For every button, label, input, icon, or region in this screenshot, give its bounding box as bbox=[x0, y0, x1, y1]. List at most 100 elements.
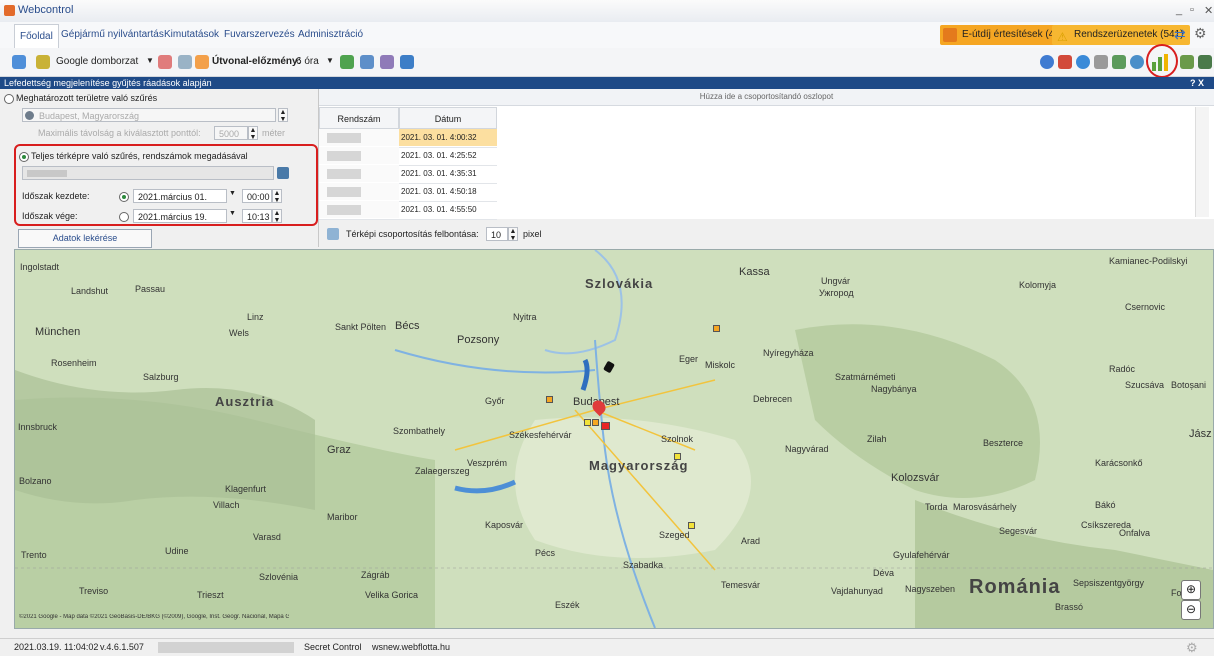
city-label: Nyitra bbox=[513, 312, 537, 322]
zoom-out-button[interactable]: ⊖ bbox=[1181, 600, 1201, 620]
pin-icon[interactable] bbox=[400, 55, 414, 69]
date-cell: 2021. 03. 01. 4:35:31 bbox=[401, 169, 477, 178]
city-label: Sankt Pölten bbox=[335, 322, 387, 332]
date-cell: 2021. 03. 01. 4:55:50 bbox=[401, 205, 477, 214]
refresh-icon[interactable]: ⇄ bbox=[1174, 26, 1186, 43]
coverage-marker[interactable] bbox=[546, 396, 553, 403]
table-row[interactable]: 2021. 03. 01. 4:35:31 bbox=[319, 165, 497, 184]
users-icon[interactable] bbox=[380, 55, 394, 69]
triangle-icon[interactable] bbox=[158, 55, 172, 69]
menu-item-home[interactable]: Főoldal bbox=[14, 24, 59, 49]
table-row[interactable]: 2021. 03. 01. 4:00:32 bbox=[319, 129, 497, 148]
status-version: v.4.6.1.507 bbox=[100, 642, 144, 652]
info-icon[interactable] bbox=[1040, 55, 1054, 69]
export-icon[interactable] bbox=[1198, 55, 1212, 69]
map-type-dropdown-icon[interactable]: ▼ bbox=[146, 56, 154, 65]
city-label: Kolomyja bbox=[1019, 280, 1057, 290]
city-label: Ужгород bbox=[819, 288, 854, 298]
route-icon[interactable] bbox=[195, 55, 209, 69]
panel-help-close[interactable]: ? X bbox=[1190, 77, 1204, 89]
close-icon[interactable]: ✕ bbox=[1204, 4, 1213, 17]
city-label: Bécs bbox=[395, 320, 420, 332]
etoll-notification-button[interactable]: E-útdíj értesítések (4) bbox=[940, 25, 1064, 45]
city-label: Kaposvár bbox=[485, 520, 524, 530]
max-distance-input[interactable]: 5000 bbox=[214, 126, 248, 140]
max-distance-spinner[interactable]: ▲ ▼ bbox=[248, 126, 258, 141]
menu-item-admin[interactable]: Adminisztráció bbox=[298, 29, 363, 40]
city-label: Kamianec-Podilskyi bbox=[1109, 256, 1188, 266]
vehicle-icon[interactable] bbox=[340, 55, 354, 69]
date-cell: 2021. 03. 01. 4:25:52 bbox=[401, 151, 477, 160]
grid-icon[interactable] bbox=[1112, 55, 1126, 69]
city-label: Gyulafehérvár bbox=[893, 550, 950, 560]
cluster-icon bbox=[327, 228, 339, 240]
route-history-label: Útvonal-előzmény: bbox=[212, 56, 301, 67]
menu-item-freight[interactable]: Fuvarszervezés bbox=[224, 29, 295, 40]
status-bar: 2021.03.19. 11:04:02 v.4.6.1.507 Secret … bbox=[0, 638, 1214, 656]
city-label: Udine bbox=[165, 546, 189, 556]
coverage-marker[interactable] bbox=[713, 325, 720, 332]
route-history-select[interactable]: 6 óra bbox=[296, 56, 319, 67]
area-location-field[interactable]: Budapest, Magyarország bbox=[22, 108, 276, 122]
coverage-marker[interactable] bbox=[601, 422, 610, 430]
minimize-icon[interactable]: _ bbox=[1176, 4, 1182, 16]
city-label: Linz bbox=[247, 312, 264, 322]
column-header-date[interactable]: Dátum bbox=[399, 107, 497, 129]
table-row[interactable]: 2021. 03. 01. 4:25:52 bbox=[319, 147, 497, 166]
get-data-button[interactable]: Adatok lekérése bbox=[18, 229, 152, 248]
area-location-value: Budapest, Magyarország bbox=[39, 111, 140, 121]
date-cell: 2021. 03. 01. 4:00:32 bbox=[399, 129, 497, 146]
settings-gear-icon[interactable]: ⚙ bbox=[1194, 25, 1207, 42]
city-label: Bolzano bbox=[19, 476, 52, 486]
coverage-marker[interactable] bbox=[674, 453, 681, 460]
eraser-icon[interactable] bbox=[36, 55, 50, 69]
city-label: Nagybánya bbox=[871, 384, 917, 394]
city-label: Wels bbox=[229, 328, 249, 338]
menu-item-vehicles[interactable]: Gépjármű nyilvántartás bbox=[61, 29, 164, 40]
maximize-icon[interactable]: ▫ bbox=[1190, 4, 1194, 16]
status-datetime: 2021.03.19. 11:04:02 bbox=[14, 642, 99, 652]
grid-scrollbar[interactable] bbox=[1195, 107, 1209, 217]
city-label: Szatmárnémeti bbox=[835, 372, 896, 382]
coverage-marker[interactable] bbox=[688, 522, 695, 529]
table-row[interactable]: 2021. 03. 01. 4:50:18 bbox=[319, 183, 497, 202]
coverage-marker[interactable] bbox=[584, 419, 591, 426]
map-type-select[interactable]: Google domborzat bbox=[56, 56, 138, 67]
plate-cell bbox=[319, 201, 399, 218]
menu-item-reports[interactable]: Kimutatások bbox=[164, 29, 219, 40]
coverage-marker[interactable] bbox=[592, 419, 599, 426]
tree-icon[interactable] bbox=[1180, 55, 1194, 69]
system-messages-button[interactable]: ⚠ Rendszerüzenetek (541) bbox=[1052, 25, 1190, 45]
resize-grip-icon: ⚙ bbox=[1186, 640, 1198, 655]
zoom-in-button[interactable]: ⊕ bbox=[1181, 580, 1201, 600]
city-label: Varasd bbox=[253, 532, 281, 542]
layers-icon[interactable] bbox=[178, 55, 192, 69]
city-label: Debrecen bbox=[753, 394, 793, 404]
area-location-spinner[interactable]: ▲ ▼ bbox=[278, 108, 288, 123]
tracking-icon[interactable] bbox=[360, 55, 374, 69]
resolution-input[interactable]: 10 bbox=[486, 227, 508, 241]
flag-icon[interactable] bbox=[1058, 55, 1072, 69]
max-distance-label: Maximális távolság a kiválasztott ponttó… bbox=[38, 128, 201, 138]
city-label: Csernovic bbox=[1125, 302, 1166, 312]
etoll-notification-label: E-útdíj értesítések (4) bbox=[962, 29, 1058, 40]
city-label: Marosvásárhely bbox=[953, 502, 1017, 512]
city-label: Temesvár bbox=[721, 580, 761, 590]
mail-icon[interactable] bbox=[1094, 55, 1108, 69]
main-menu: Főoldal Gépjármű nyilvántartás Kimutatás… bbox=[0, 22, 1214, 49]
city-label: Pozsony bbox=[457, 334, 500, 346]
table-row[interactable]: 2021. 03. 01. 4:55:50 bbox=[319, 201, 497, 220]
route-history-dropdown-icon[interactable]: ▼ bbox=[326, 56, 334, 65]
chat-icon[interactable] bbox=[1076, 55, 1090, 69]
globe-icon[interactable] bbox=[1130, 55, 1144, 69]
map-view[interactable]: Szlovákia Ausztria Magyarország Románia … bbox=[14, 249, 1214, 629]
group-by-hint[interactable]: Húzza ide a csoportosítandó oszlopot bbox=[319, 89, 1214, 106]
pan-icon[interactable] bbox=[12, 55, 26, 69]
column-header-plate[interactable]: Rendszám bbox=[319, 107, 399, 129]
area-filter-radio[interactable] bbox=[4, 94, 14, 104]
resolution-spinner[interactable]: ▲ ▼ bbox=[508, 227, 518, 242]
city-label: Radóc bbox=[1109, 364, 1136, 374]
city-label: Salzburg bbox=[143, 372, 179, 382]
panel-title: Lefedettség megjelenítése gyűjtés ráadás… bbox=[4, 78, 212, 88]
city-label: Bákó bbox=[1095, 500, 1116, 510]
